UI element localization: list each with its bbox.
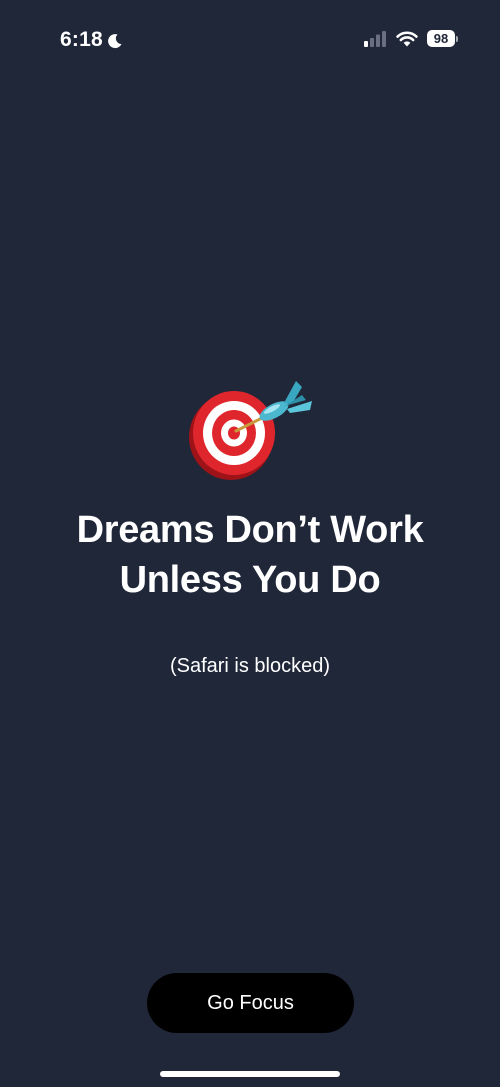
battery-icon: 98 bbox=[427, 30, 458, 47]
status-time: 6:18 bbox=[60, 28, 103, 51]
status-time-group: 6:18 bbox=[60, 28, 123, 52]
home-indicator[interactable] bbox=[160, 1071, 340, 1077]
status-indicators: 98 bbox=[363, 30, 458, 47]
headline: Dreams Don’t Work Unless You Do bbox=[20, 505, 480, 605]
moon-icon bbox=[107, 33, 122, 48]
screen: 6:18 98 Dreams Don’t Work Unless You Do … bbox=[0, 0, 500, 1087]
battery-level: 98 bbox=[427, 30, 455, 47]
status-bar: 6:18 98 bbox=[0, 0, 500, 80]
battery-cap bbox=[456, 35, 458, 42]
blocked-app-notice: (Safari is blocked) bbox=[169, 655, 331, 677]
headline-line-1: Dreams Don’t Work bbox=[76, 509, 424, 551]
wifi-icon bbox=[396, 31, 418, 47]
go-focus-button[interactable]: Go Focus bbox=[147, 973, 354, 1033]
headline-line-2: Unless You Do bbox=[119, 559, 381, 601]
cellular-signal-icon bbox=[364, 31, 386, 47]
direct-hit-dart-icon bbox=[189, 381, 312, 480]
